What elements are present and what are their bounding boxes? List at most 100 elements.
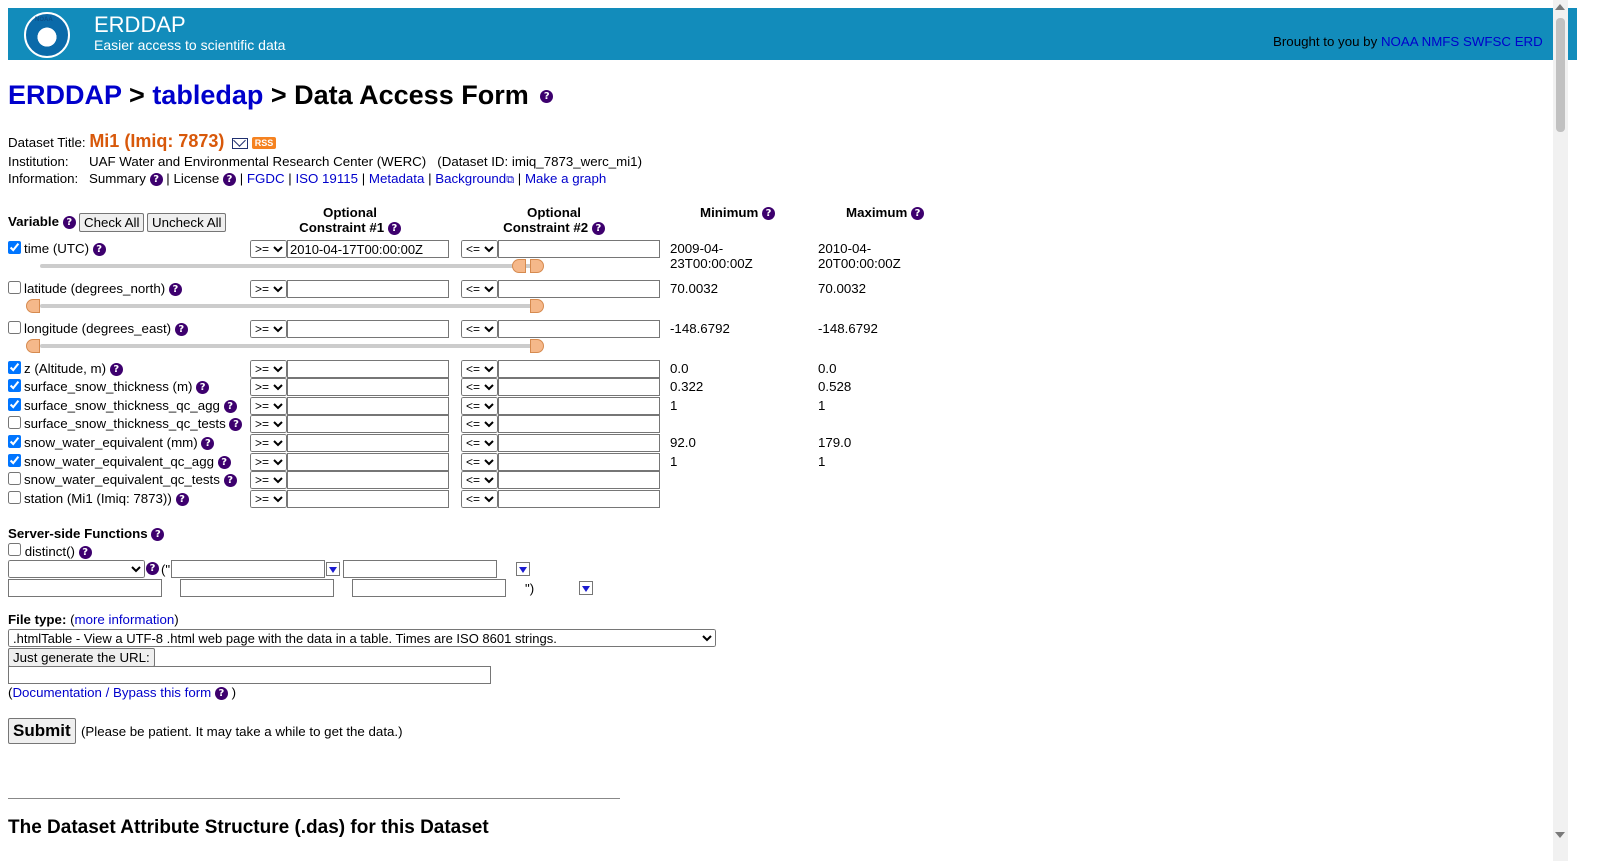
slider-handle-right[interactable] xyxy=(530,339,544,353)
constraint1-input[interactable] xyxy=(287,471,449,489)
variable-help-icon[interactable]: ? xyxy=(109,362,123,376)
nmfs-link[interactable]: NMFS xyxy=(1422,34,1460,49)
variable-help-icon[interactable]: ? xyxy=(201,436,215,450)
function-arg-input-3[interactable] xyxy=(8,579,162,597)
constraint2-operator[interactable]: <= xyxy=(461,360,498,378)
rss-icon[interactable]: RSS xyxy=(251,137,277,150)
longitude-range-slider[interactable] xyxy=(40,344,543,348)
latitude-range-slider[interactable] xyxy=(40,304,543,308)
constraint1-input[interactable] xyxy=(287,360,449,378)
constraint1-operator[interactable]: >= xyxy=(250,490,287,508)
constraint2-input[interactable] xyxy=(498,280,660,298)
constraint2-operator[interactable]: <= xyxy=(461,378,498,396)
constraint2-input[interactable] xyxy=(498,415,660,433)
constraint1-input[interactable] xyxy=(287,453,449,471)
generate-url-button[interactable]: Just generate the URL: xyxy=(8,648,155,667)
variable-help-icon[interactable]: ? xyxy=(196,380,210,394)
variable-checkbox[interactable] xyxy=(8,379,21,392)
constraint2-input[interactable] xyxy=(498,490,660,508)
constraint1-operator[interactable]: >= xyxy=(250,434,287,452)
function-arg-input-2[interactable] xyxy=(343,560,497,578)
constraint1-operator[interactable]: >= xyxy=(250,280,287,298)
constraint1-input[interactable] xyxy=(287,280,449,298)
noaa-link[interactable]: NOAA xyxy=(1381,34,1418,49)
variable-checkbox[interactable] xyxy=(8,398,21,411)
variable-checkbox[interactable] xyxy=(8,435,21,448)
slider-handle-left[interactable] xyxy=(26,299,40,313)
swfsc-link[interactable]: SWFSC xyxy=(1463,34,1511,49)
check-all-button[interactable]: Check All xyxy=(79,213,145,232)
distinct-help-icon[interactable]: ? xyxy=(78,545,92,559)
variable-checkbox[interactable] xyxy=(8,281,21,294)
constraint2-input[interactable] xyxy=(498,434,660,452)
breadcrumb-erddap[interactable]: ERDDAP xyxy=(8,80,122,110)
variable-help-icon[interactable]: ? xyxy=(223,473,237,487)
constraint1-input[interactable] xyxy=(287,397,449,415)
variable-help-icon[interactable]: ? xyxy=(92,242,106,256)
constraint2-input[interactable] xyxy=(498,360,660,378)
constraint1-operator[interactable]: >= xyxy=(250,360,287,378)
constraint1-input[interactable] xyxy=(287,320,449,338)
make-graph-link[interactable]: Make a graph xyxy=(525,171,606,186)
constraint1-operator[interactable]: >= xyxy=(250,240,287,258)
constraint2-input[interactable] xyxy=(498,320,660,338)
constraint2-input[interactable] xyxy=(498,471,660,489)
constraint1-operator[interactable]: >= xyxy=(250,453,287,471)
metadata-link[interactable]: Metadata xyxy=(369,171,424,186)
file-type-select[interactable]: .htmlTable - View a UTF-8 .html web page… xyxy=(8,629,716,647)
dropdown-icon[interactable] xyxy=(515,562,530,576)
dropdown-icon[interactable] xyxy=(326,562,340,576)
more-information-link[interactable]: more information xyxy=(75,612,175,627)
constraint2-operator[interactable]: <= xyxy=(461,240,498,258)
help-icon[interactable]: ? xyxy=(540,90,554,104)
license-help-icon[interactable]: ? xyxy=(223,172,237,186)
variable-help-icon[interactable]: ? xyxy=(168,282,182,296)
constraint2-input[interactable] xyxy=(498,378,660,396)
variable-help-icon[interactable]: ? xyxy=(174,322,188,336)
variable-checkbox[interactable] xyxy=(8,361,21,374)
constraint2-operator[interactable]: <= xyxy=(461,415,498,433)
function-help-icon[interactable]: ? xyxy=(146,562,159,575)
time-range-slider[interactable] xyxy=(40,264,543,268)
documentation-link[interactable]: Documentation / Bypass this form xyxy=(12,685,211,700)
minimum-help-icon[interactable]: ? xyxy=(762,206,776,220)
constraint2-operator[interactable]: <= xyxy=(461,397,498,415)
distinct-checkbox[interactable] xyxy=(8,543,21,556)
constraint1-operator[interactable]: >= xyxy=(250,320,287,338)
slider-handle-right[interactable] xyxy=(530,299,544,313)
constraint1-operator[interactable]: >= xyxy=(250,378,287,396)
function-arg-input-5[interactable] xyxy=(352,579,506,597)
constraint2-help-icon[interactable]: ? xyxy=(591,221,605,235)
scrollbar-thumb[interactable] xyxy=(1556,18,1565,132)
constraint2-operator[interactable]: <= xyxy=(461,453,498,471)
constraint1-input[interactable] xyxy=(287,434,449,452)
constraint2-operator[interactable]: <= xyxy=(461,280,498,298)
uncheck-all-button[interactable]: Uncheck All xyxy=(147,213,227,232)
constraint2-operator[interactable]: <= xyxy=(461,471,498,489)
constraint1-input[interactable] xyxy=(287,415,449,433)
variable-checkbox[interactable] xyxy=(8,454,21,467)
scroll-up-icon[interactable] xyxy=(1555,4,1565,10)
variable-checkbox[interactable] xyxy=(8,416,21,429)
summary-help-icon[interactable]: ? xyxy=(149,172,163,186)
function-arg-input-1[interactable] xyxy=(171,560,325,578)
slider-handle-left[interactable] xyxy=(512,259,526,273)
dropdown-icon[interactable] xyxy=(578,581,593,595)
function-select[interactable] xyxy=(8,560,145,578)
slider-handle-right[interactable] xyxy=(530,259,544,273)
constraint2-input[interactable] xyxy=(498,453,660,471)
variable-checkbox[interactable] xyxy=(8,491,21,504)
constraint2-input[interactable] xyxy=(498,240,660,258)
variable-help-icon[interactable]: ? xyxy=(229,417,243,431)
maximum-help-icon[interactable]: ? xyxy=(911,206,925,220)
variable-checkbox[interactable] xyxy=(8,321,21,334)
constraint1-input[interactable] xyxy=(287,240,449,258)
variable-help-icon[interactable]: ? xyxy=(217,455,231,469)
constraint2-input[interactable] xyxy=(498,397,660,415)
iso19115-link[interactable]: ISO 19115 xyxy=(295,171,358,186)
erd-link[interactable]: ERD xyxy=(1515,34,1543,49)
documentation-help-icon[interactable]: ? xyxy=(214,686,228,700)
constraint1-input[interactable] xyxy=(287,490,449,508)
constraint2-operator[interactable]: <= xyxy=(461,320,498,338)
constraint2-operator[interactable]: <= xyxy=(461,434,498,452)
